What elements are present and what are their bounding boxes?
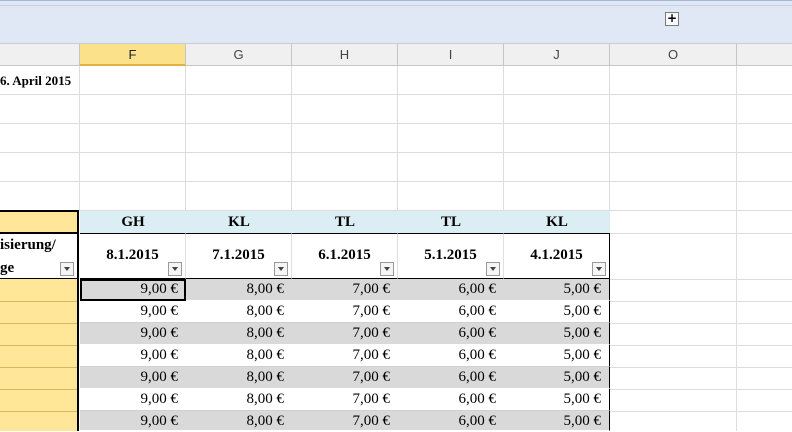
gridline (0, 181, 792, 182)
table-cell[interactable]: 5,00 € (504, 301, 610, 323)
initials-cell[interactable]: TL (292, 211, 398, 233)
gridline (610, 345, 792, 346)
table-cell[interactable]: 6,00 € (398, 323, 504, 345)
date-header-cell[interactable]: 5.1.2015 (398, 233, 504, 279)
initials-cell[interactable]: KL (504, 211, 610, 233)
column-header-next[interactable] (737, 44, 792, 66)
table-cell[interactable]: 6,00 € (398, 389, 504, 411)
gridline (503, 66, 504, 211)
column-header-f[interactable]: F (80, 44, 186, 66)
column-header-e[interactable] (0, 44, 80, 66)
yellow-column-cells[interactable] (0, 279, 79, 431)
table-cell[interactable]: 5,00 € (504, 323, 610, 345)
table-cell[interactable]: 7,00 € (292, 323, 398, 345)
gridline (610, 411, 792, 412)
table-cell[interactable]: 6,00 € (398, 367, 504, 389)
report-date: 6. April 2015 (0, 73, 72, 88)
initials-cell[interactable]: KL (186, 211, 292, 233)
column-header-g[interactable]: G (186, 44, 292, 66)
gridline (0, 123, 792, 124)
table-cell[interactable]: 9,00 € (80, 389, 186, 411)
table-cell[interactable]: 8,00 € (186, 279, 292, 301)
gridline (0, 389, 77, 390)
gridline (185, 66, 186, 211)
gridline (0, 94, 792, 95)
table-cell[interactable]: 9,00 € (80, 367, 186, 389)
column-header-h[interactable]: H (292, 44, 398, 66)
gridline (0, 367, 77, 368)
table-cell[interactable]: 6,00 € (398, 345, 504, 367)
initials-cell[interactable]: TL (398, 211, 504, 233)
table-cell[interactable]: 7,00 € (292, 345, 398, 367)
table-cell[interactable]: 9,00 € (80, 323, 186, 345)
initials-cell[interactable]: GH (80, 211, 186, 233)
table-cell[interactable]: 5,00 € (504, 411, 610, 431)
gridline (0, 345, 77, 346)
gridline (291, 66, 292, 211)
date-header-cell[interactable]: 4.1.2015 (504, 233, 610, 279)
table-cell[interactable]: 5,00 € (504, 345, 610, 367)
gridline (0, 323, 77, 324)
filter-dropdown-icon[interactable] (168, 262, 182, 276)
left-header-line2: ge (0, 260, 15, 276)
date-header-cell[interactable]: 7.1.2015 (186, 233, 292, 279)
table-cell[interactable]: 7,00 € (292, 279, 398, 301)
ribbon-divider (0, 5, 792, 6)
gridline (736, 66, 737, 431)
gridline (610, 323, 792, 324)
column-header-j[interactable]: J (504, 44, 610, 66)
table-cell[interactable]: 7,00 € (292, 301, 398, 323)
column-header-o[interactable]: O (610, 44, 737, 66)
table-cell[interactable]: 5,00 € (504, 367, 610, 389)
table-cell[interactable]: 8,00 € (186, 389, 292, 411)
table-cell[interactable]: 6,00 € (398, 279, 504, 301)
table-cell[interactable]: 5,00 € (504, 389, 610, 411)
table-cell[interactable]: 7,00 € (292, 411, 398, 431)
table-cell[interactable]: 6,00 € (398, 411, 504, 431)
table-cell[interactable]: 6,00 € (398, 301, 504, 323)
gridline (0, 301, 77, 302)
column-header-i[interactable]: I (398, 44, 504, 66)
date-header-cell[interactable]: 6.1.2015 (292, 233, 398, 279)
filter-dropdown-icon[interactable] (486, 262, 500, 276)
table-cell[interactable]: 8,00 € (186, 411, 292, 431)
left-header-cell[interactable]: isierung/ ge (0, 233, 79, 279)
table-cell[interactable]: 8,00 € (186, 367, 292, 389)
table-cell[interactable]: 5,00 € (504, 279, 610, 301)
gridline (0, 411, 77, 412)
table-cell[interactable]: 9,00 € (80, 279, 186, 301)
filter-dropdown-icon[interactable] (60, 262, 74, 276)
table-cell[interactable]: 7,00 € (292, 367, 398, 389)
gridline (610, 233, 792, 234)
gridline (610, 367, 792, 368)
filter-dropdown-icon[interactable] (592, 262, 606, 276)
table-cell[interactable]: 8,00 € (186, 345, 292, 367)
gridline (610, 389, 792, 390)
table-cell[interactable]: 9,00 € (80, 345, 186, 367)
ribbon-area: + (0, 0, 792, 44)
table-cell[interactable]: 9,00 € (80, 411, 186, 431)
gridline (79, 66, 80, 211)
table-cell[interactable]: 8,00 € (186, 301, 292, 323)
table-cell[interactable]: 7,00 € (292, 389, 398, 411)
table-cell[interactable]: 8,00 € (186, 323, 292, 345)
gridline (0, 152, 792, 153)
yellow-header-cell[interactable] (0, 210, 79, 234)
gridline (397, 66, 398, 211)
filter-dropdown-icon[interactable] (380, 262, 394, 276)
left-header-line1: isierung/ (0, 237, 56, 253)
filter-dropdown-icon[interactable] (274, 262, 288, 276)
date-header-cell[interactable]: 8.1.2015 (80, 233, 186, 279)
gridline (610, 301, 792, 302)
table-cell[interactable]: 9,00 € (80, 301, 186, 323)
expand-button[interactable]: + (665, 12, 679, 26)
gridline (610, 279, 792, 280)
